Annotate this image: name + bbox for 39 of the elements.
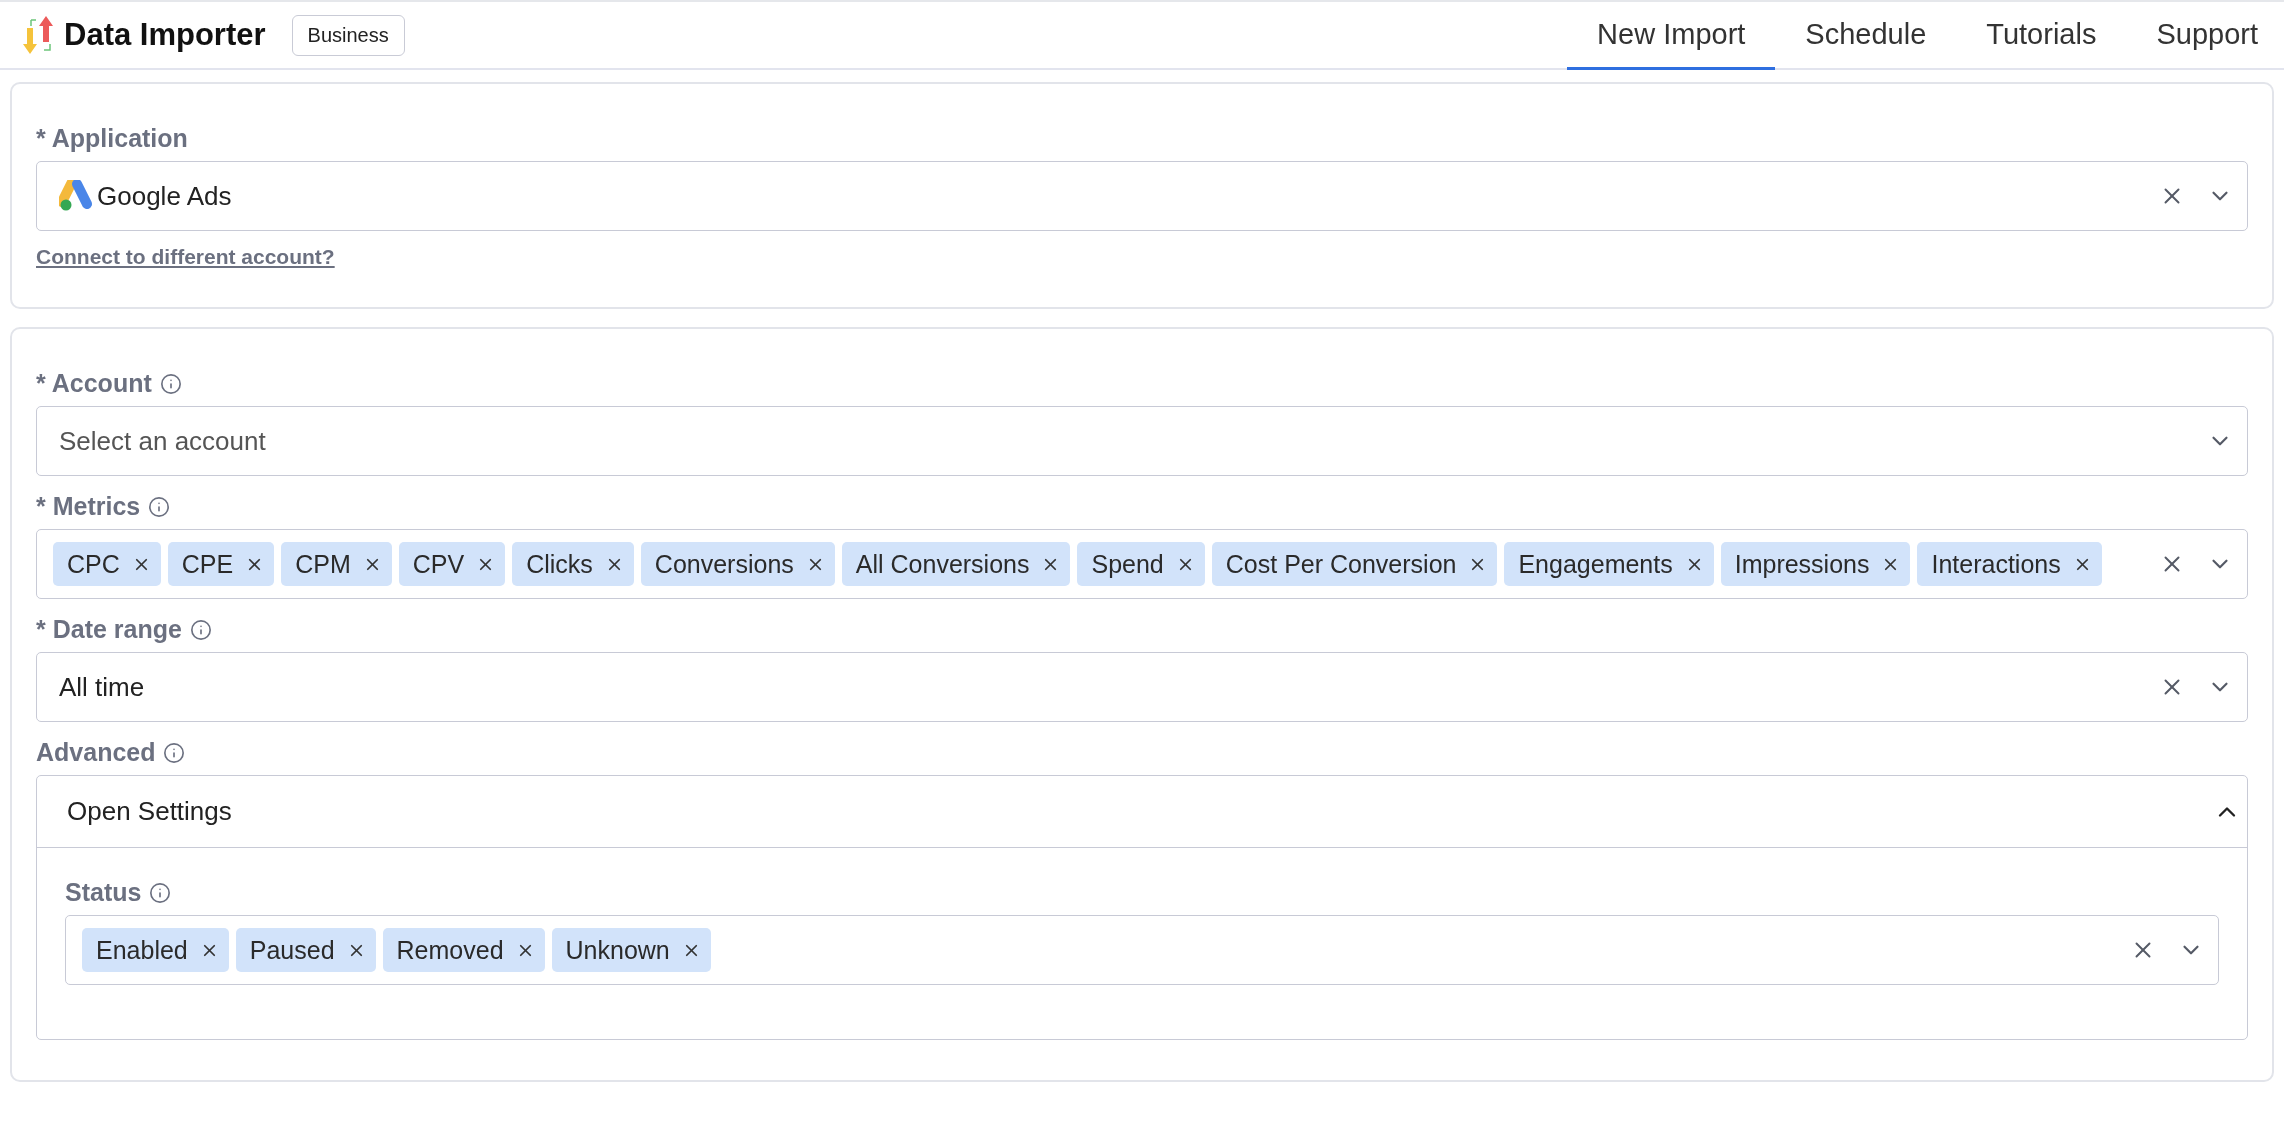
tag-label: Clicks (526, 549, 593, 579)
plan-badge: Business (291, 14, 405, 56)
field-label: Status (65, 878, 142, 907)
app-logo-icon (59, 180, 93, 212)
field-label: * Account (36, 369, 152, 398)
nav-tab[interactable]: Tutorials (1956, 2, 2127, 70)
field-label: * Metrics (36, 492, 141, 521)
field-label: * Application (36, 124, 188, 153)
connect-account-link[interactable]: Connect to different account? (36, 245, 335, 269)
nav-tab[interactable]: Support (2126, 2, 2284, 70)
tag-label: Interactions (1931, 549, 2061, 579)
tag-label: CPV (412, 549, 465, 579)
app-title: Data Importer (64, 17, 266, 53)
select-field[interactable]: Select an account (36, 406, 2248, 476)
tag-label: Paused (249, 935, 335, 965)
tag-label: Cost Per Conversion (1225, 549, 1457, 579)
select-field[interactable]: Google Ads (36, 161, 2248, 231)
tag-label: Engagements (1518, 549, 1673, 579)
tag-label: Unknown (565, 935, 670, 965)
select-field[interactable]: All time (36, 652, 2248, 722)
field-label: * Date range (36, 615, 182, 644)
nav-tab[interactable]: New Import (1567, 2, 1776, 70)
tag-label: CPM (295, 549, 351, 579)
tag-label: Conversions (654, 549, 794, 579)
tag-label: Spend (1091, 549, 1164, 579)
nav-tab[interactable]: Schedule (1775, 2, 1957, 70)
tag-label: Enabled (96, 935, 188, 965)
tag-label: Impressions (1734, 549, 1870, 579)
tag-label: CPE (181, 549, 234, 579)
multi-select-field[interactable]: Enabled Paused Removed Unknown (65, 915, 2219, 985)
tag-label: All Conversions (855, 549, 1030, 579)
select-value: All time (59, 671, 146, 703)
select-value: Google Ads (97, 180, 233, 212)
tag-label: Removed (396, 935, 504, 965)
collapse-header[interactable]: Open Settings (37, 776, 2247, 848)
tag-label: CPC (67, 549, 120, 579)
field-label: Advanced (36, 738, 156, 767)
select-placeholder: Select an account (59, 425, 267, 457)
multi-select-field[interactable]: CPC CPE CPM CPV Clicks Conversions All Conversions Spend Cost Per Conversion Engagements Impressions Interactions (36, 529, 2248, 599)
